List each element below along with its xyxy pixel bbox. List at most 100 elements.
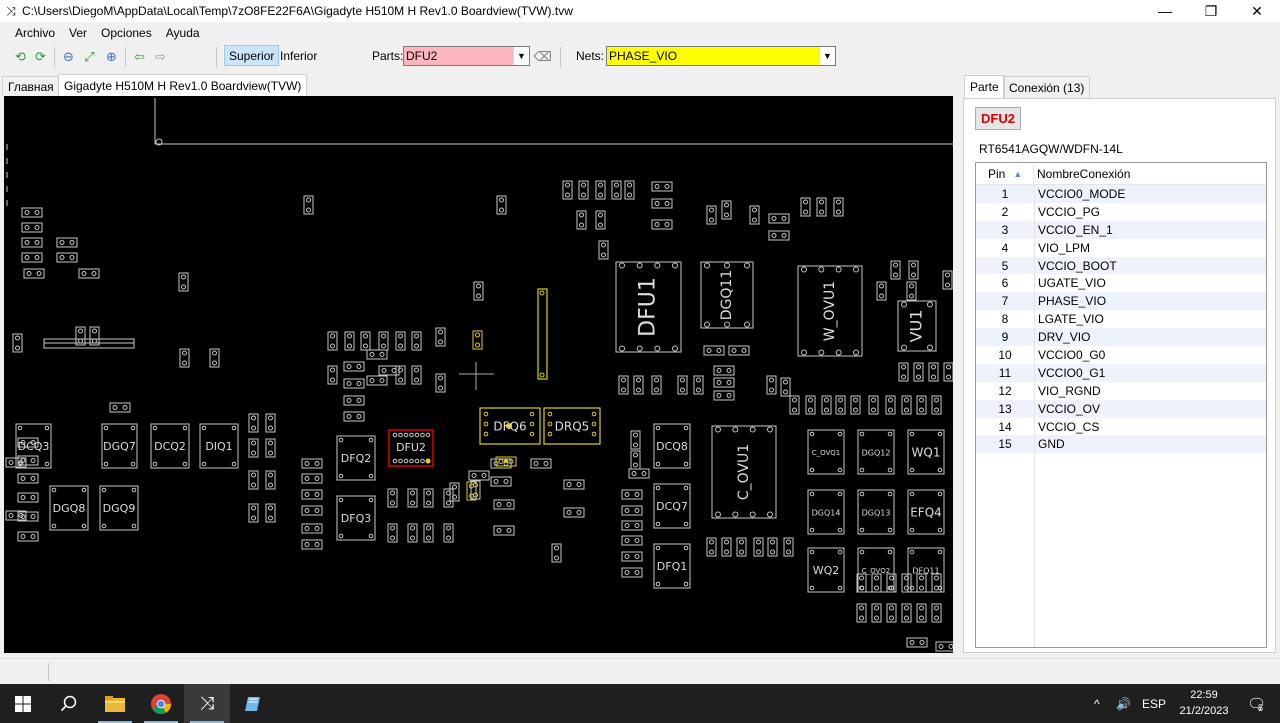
table-row[interactable]: 5 VCCIO_BOOT (976, 256, 1266, 275)
tray-chevron[interactable]: ^ (1094, 684, 1100, 723)
pad (314, 476, 320, 481)
fit-screen-icon[interactable]: ⤢ (81, 48, 98, 65)
table-row[interactable]: 1 VCCIO0_MODE (976, 185, 1266, 203)
table-row[interactable]: 3 VCCIO_EN_1 (976, 220, 1266, 239)
chevron-down-icon[interactable]: ▼ (819, 47, 835, 65)
pad (24, 240, 30, 245)
pad (781, 233, 787, 238)
clear-search-icon[interactable]: ⌫ (533, 48, 551, 65)
clock[interactable]: 22:59 21/2/2023 (1174, 687, 1234, 719)
zoom-out-icon[interactable]: ⊖ (60, 48, 77, 65)
notepad-icon[interactable] (230, 684, 276, 723)
arrow-right-icon[interactable]: ⇨ (152, 48, 169, 65)
pad (369, 378, 375, 383)
pad (909, 640, 915, 645)
language-indicator[interactable]: ESP (1142, 684, 1166, 723)
pad (706, 348, 712, 353)
file-explorer-icon[interactable] (92, 684, 138, 723)
zoom-in-icon[interactable]: ⊕ (103, 48, 120, 65)
menu-opciones[interactable]: Opciones (94, 26, 159, 40)
windows-start-icon[interactable] (0, 684, 46, 723)
pad (34, 255, 40, 260)
pad (20, 476, 26, 481)
table-row[interactable]: 13 VCCIO_OV (976, 399, 1266, 418)
table-row[interactable]: 6 UGATE_VIO (976, 274, 1266, 292)
tab-connection[interactable]: Conexión (13) (1003, 76, 1091, 98)
tab-part[interactable]: Parte (964, 75, 1005, 98)
pad (306, 197, 311, 203)
chrome-icon[interactable] (138, 684, 184, 723)
rotate-right-icon[interactable]: ⟳ (32, 48, 49, 65)
table-row[interactable]: 7 PHASE_VIO (976, 292, 1266, 311)
table-row[interactable]: 2 VCCIO_PG (976, 203, 1266, 221)
pad (398, 377, 403, 383)
pad (92, 338, 97, 344)
side-bottom-button[interactable]: Inferior (276, 45, 321, 66)
pad (937, 527, 943, 533)
pad (381, 368, 387, 373)
tab-boardview[interactable]: Gigadyte H510M H Rev1.0 Boardview(TVW) (58, 74, 308, 96)
column-net-name[interactable]: NombreConexión (1034, 163, 1266, 184)
menu-ayuda[interactable]: Ayuda (159, 26, 207, 40)
board-canvas[interactable]: DCQ3 DGQ7 DCQ2 DIQ1 DGQ8 DGQ9 DFQ2 DFQ3 DFQ6 DRQ5… (4, 96, 953, 653)
table-row[interactable]: 11 VCCIO0_G1 (976, 363, 1266, 382)
minimize-button[interactable]: — (1142, 0, 1188, 22)
component-outline (265, 470, 276, 490)
side-top-button[interactable]: Superior (224, 45, 280, 66)
pad (446, 525, 451, 531)
pad (683, 521, 689, 527)
pad (379, 352, 385, 357)
pad (330, 367, 335, 373)
search-icon[interactable] (46, 684, 92, 723)
nets-combobox[interactable]: PHASE_VIO ▼ (606, 46, 836, 66)
board-drawing[interactable]: DCQ3 DGQ7 DCQ2 DIQ1 DGQ8 DGQ9 DFQ2 DFQ3 DFQ6 DRQ5… (4, 96, 953, 653)
pad (356, 381, 362, 386)
boardviewer-icon[interactable]: ⤨ (184, 684, 230, 723)
component-outline (898, 362, 909, 382)
menu-archivo[interactable]: Archivo (8, 26, 62, 40)
table-row[interactable]: 12 VIO_RGND (976, 382, 1266, 400)
pad (614, 182, 619, 188)
component-outline (833, 197, 844, 217)
pad (503, 479, 509, 484)
pad (409, 458, 414, 464)
table-row[interactable]: 9 DRV_VIO (976, 328, 1266, 347)
column-pin[interactable]: Pin ▲ (976, 163, 1034, 184)
table-row[interactable]: 4 VIO_LPM (976, 239, 1266, 257)
pad (889, 605, 894, 611)
pad (212, 350, 217, 356)
rotate-left-icon[interactable]: ⟲ (12, 48, 29, 65)
volume-icon[interactable]: 🔊 (1116, 684, 1131, 723)
table-row[interactable]: 10 VCCIO0_G0 (976, 346, 1266, 364)
table-row[interactable]: 8 LGATE_VIO (976, 310, 1266, 328)
pad (739, 549, 744, 555)
pad (621, 377, 626, 383)
table-row[interactable]: 14 VCCIO_CS (976, 418, 1266, 436)
maximize-button[interactable]: ❐ (1188, 0, 1234, 22)
pad (425, 432, 431, 438)
menu-ver[interactable]: Ver (62, 26, 94, 40)
component-label: DFU1 (636, 277, 661, 337)
component-outline (598, 240, 609, 260)
net-name: UGATE_VIO (1038, 276, 1106, 291)
pad (879, 283, 884, 289)
component-label: DIQ1 (205, 440, 232, 453)
pad (909, 293, 914, 299)
pad (859, 431, 865, 437)
pad (398, 432, 403, 438)
tab-main[interactable]: Главная (2, 76, 60, 96)
pad (103, 425, 109, 431)
close-button[interactable]: ✕ (1234, 0, 1280, 22)
chevron-down-icon[interactable]: ▼ (513, 47, 529, 65)
pad (481, 473, 487, 478)
arrow-left-icon[interactable]: ⇦ (131, 48, 148, 65)
pad (771, 233, 777, 238)
pad (887, 467, 893, 473)
table-row[interactable]: 15 GND (976, 435, 1266, 454)
notification-icon[interactable]: 🗨 5 (1240, 684, 1270, 723)
pad (724, 202, 729, 208)
parts-combobox[interactable]: DFU2 ▼ (403, 46, 530, 66)
pad (36, 271, 42, 276)
pad (499, 197, 504, 203)
pad (934, 575, 939, 581)
